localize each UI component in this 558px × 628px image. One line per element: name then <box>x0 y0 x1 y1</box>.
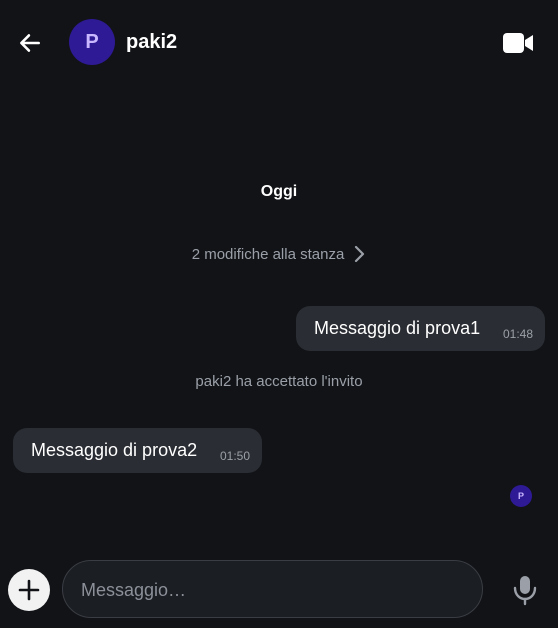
message-bubble-incoming[interactable]: Messaggio di prova2 01:50 <box>13 428 262 473</box>
microphone-icon <box>513 576 537 606</box>
room-changes-summary[interactable]: 2 modifiche alla stanza <box>0 245 558 263</box>
add-attachment-button[interactable] <box>8 569 50 611</box>
video-call-button[interactable] <box>500 28 536 58</box>
message-text: Messaggio di prova1 <box>314 318 481 338</box>
message-timestamp: 01:50 <box>219 449 250 463</box>
message-input[interactable] <box>79 561 473 619</box>
room-header: P paki2 <box>0 0 558 84</box>
chevron-right-icon <box>355 245 365 263</box>
room-changes-label: 2 modifiche alla stanza <box>191 245 345 263</box>
message-bubble-outgoing[interactable]: Messaggio di prova1 01:48 <box>296 306 545 351</box>
room-title[interactable]: paki2 <box>126 30 177 54</box>
arrow-left-icon <box>20 34 40 52</box>
read-receipt-initial: P <box>517 491 524 501</box>
voice-message-button[interactable] <box>508 571 542 609</box>
message-timestamp: 01:48 <box>502 327 533 341</box>
video-camera-icon <box>503 33 533 53</box>
system-event: paki2 ha accettato l'invito <box>195 373 363 390</box>
message-text: Messaggio di prova2 <box>31 440 198 460</box>
back-button[interactable] <box>14 27 46 59</box>
message-composer[interactable] <box>62 560 483 619</box>
room-avatar[interactable]: P <box>69 19 115 65</box>
avatar-initial: P <box>85 30 99 53</box>
date-separator: Oggi <box>260 183 298 200</box>
plus-icon <box>18 579 40 601</box>
read-receipt-avatar[interactable]: P <box>510 485 532 507</box>
